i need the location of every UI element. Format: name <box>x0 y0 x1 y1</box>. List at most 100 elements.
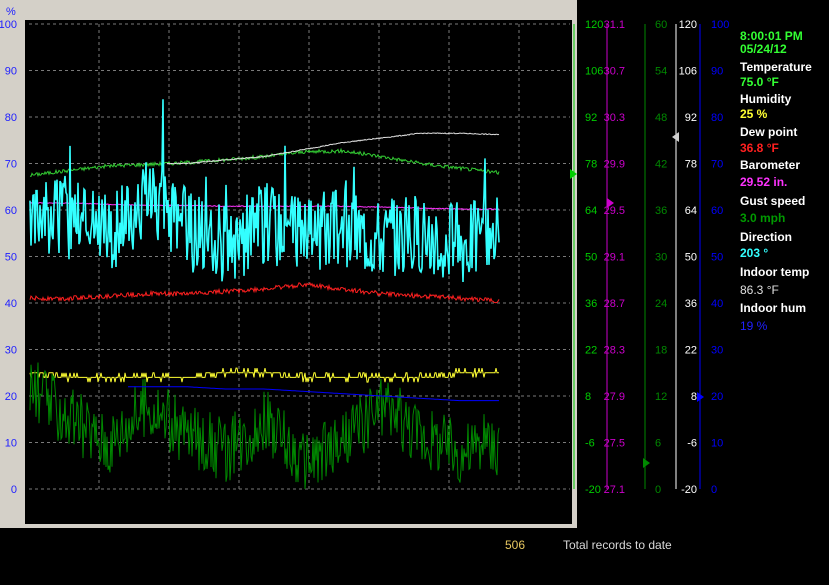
right-axis-tick-label: 10 <box>711 438 723 450</box>
right-axis-tick-label: 22 <box>685 345 697 357</box>
right-axis-tick-label: 29.9 <box>604 159 625 171</box>
reading-value-temperature: 75.0 °F <box>740 75 779 89</box>
right-axis-tick-label: 64 <box>685 205 697 217</box>
reading-label-direction: Direction <box>740 230 793 244</box>
left-axis-unit: % <box>6 6 16 18</box>
right-axis-tick-label: 50 <box>711 252 723 264</box>
right-axis-tick-label: 106 <box>679 66 697 78</box>
left-axis-tick-label: 80 <box>5 112 17 124</box>
right-axis-tick-label: 78 <box>685 159 697 171</box>
right-axis-tick-label: -6 <box>585 438 595 450</box>
left-axis-tick-label: 20 <box>5 391 17 403</box>
series-line <box>29 99 500 283</box>
series-line <box>29 147 500 178</box>
right-axis-tick-label: 120 <box>585 19 603 31</box>
right-axis-tick-label: 6 <box>655 438 661 450</box>
right-axis-tick-label: -20 <box>681 484 697 496</box>
right-axis-tick-label: 24 <box>655 298 667 310</box>
current-value-marker <box>643 458 650 468</box>
right-axis-tick-label: 30 <box>711 345 723 357</box>
series-line <box>29 282 500 304</box>
weather-chart: %01020304050607080901001:08:14 PM05/24/1… <box>0 6 729 521</box>
right-axis-tick-label: 18 <box>655 345 667 357</box>
right-axis-tick-label: 100 <box>711 19 729 31</box>
reading-label-temperature: Temperature <box>740 60 812 74</box>
right-axis-tick-label: 50 <box>585 252 597 264</box>
reading-value-indoor-hum: 19 % <box>740 319 768 333</box>
right-axis-tick-label: 120 <box>679 19 697 31</box>
left-axis-tick-label: 30 <box>5 345 17 357</box>
x-axis-tick-date: 05/24/12 <box>218 509 261 521</box>
right-axis-tick-label: 70 <box>711 159 723 171</box>
left-axis-tick-label: 40 <box>5 298 17 310</box>
right-axis-tick-label: 64 <box>585 205 597 217</box>
right-axis-tick-label: 8 <box>585 391 591 403</box>
right-axis-tick-label: 27.9 <box>604 391 625 403</box>
right-axis-tick-label: 78 <box>585 159 597 171</box>
left-axis-tick-label: 70 <box>5 159 17 171</box>
right-axis-tick-label: 90 <box>711 66 723 78</box>
x-axis-tick-time: 4:43:54 PM <box>281 496 337 508</box>
x-axis-tick-date: 05/24/12 <box>78 509 121 521</box>
right-axis-tick-label: 22 <box>585 345 597 357</box>
x-axis-tick-date: 05/24/12 <box>288 509 331 521</box>
right-axis-tick-label: 60 <box>655 19 667 31</box>
reading-label-barometer: Barometer <box>740 158 801 172</box>
right-axis-tick-label: 30 <box>655 252 667 264</box>
right-axis-tick-label: 54 <box>655 66 667 78</box>
right-axis-tick-label: -6 <box>687 438 697 450</box>
record-count-label: Total records to date <box>563 538 672 552</box>
right-axis-tick-label: 36 <box>585 298 597 310</box>
right-axis-tick-label: 30.7 <box>604 66 625 78</box>
right-axis-tick-label: 20 <box>711 391 723 403</box>
left-axis-tick-label: 0 <box>11 484 17 496</box>
right-axis-tick-label: 92 <box>685 112 697 124</box>
reading-value-humidity: 25 % <box>740 107 768 121</box>
series-line <box>29 367 499 383</box>
x-axis-tick-time: 5:55:48 PM <box>351 496 407 508</box>
right-axis-tick-label: 36 <box>685 298 697 310</box>
right-axis-tick-label: 8 <box>691 391 697 403</box>
right-axis-tick-label: 27.1 <box>604 484 625 496</box>
reading-label-indoor-hum: Indoor hum <box>740 301 806 315</box>
x-axis-tick-time: 3:32:01 PM <box>211 496 267 508</box>
right-axis-tick-label: 106 <box>585 66 603 78</box>
reading-value-direction: 203 ° <box>740 246 769 260</box>
left-axis-tick-label: 50 <box>5 252 17 264</box>
x-axis-tick-date: 05/24/12 <box>428 509 471 521</box>
reading-label-dew-point: Dew point <box>740 125 798 139</box>
x-axis-tick-time: 2:20:05 PM <box>141 496 197 508</box>
reading-label-indoor-temp: Indoor temp <box>740 265 810 279</box>
series-line <box>29 362 500 490</box>
right-axis-tick-label: 27.5 <box>604 438 625 450</box>
right-axis-tick-label: 0 <box>655 484 661 496</box>
right-axis-tick-label: 42 <box>655 159 667 171</box>
x-axis-tick-time: 7:07:48 PM <box>421 496 477 508</box>
right-axis-tick-label: 29.1 <box>604 252 625 264</box>
record-count: 506 <box>505 538 526 552</box>
right-axis-tick-label: 0 <box>711 484 717 496</box>
reading-value-indoor-temp: 86.3 °F <box>740 283 779 297</box>
right-axis-tick-label: -20 <box>585 484 601 496</box>
left-axis-tick-label: 100 <box>0 19 17 31</box>
x-axis-tick-date: 05/24/12 <box>358 509 401 521</box>
left-axis-tick-label: 60 <box>5 205 17 217</box>
series-line <box>166 132 500 165</box>
right-axis-tick-label: 92 <box>585 112 597 124</box>
reading-value-dew-point: 36.8 °F <box>740 141 779 155</box>
series-line <box>128 386 499 402</box>
right-axis-tick-label: 30.3 <box>604 112 625 124</box>
reading-label-humidity: Humidity <box>740 92 792 106</box>
x-axis-tick-date: 05/24/12 <box>148 509 191 521</box>
reading-label-gust-speed: Gust speed <box>740 194 806 208</box>
right-axis-tick-label: 31.1 <box>604 19 625 31</box>
right-axis-tick-label: 60 <box>711 205 723 217</box>
right-axis-tick-label: 28.3 <box>604 345 625 357</box>
right-axis-tick-label: 50 <box>685 252 697 264</box>
current-time: 8:00:01 PM <box>740 29 803 43</box>
right-axis-tick-label: 29.5 <box>604 205 625 217</box>
left-axis-tick-label: 90 <box>5 66 17 78</box>
reading-value-gust-speed: 3.0 mph <box>740 211 786 225</box>
right-axis-tick-label: 48 <box>655 112 667 124</box>
right-axis-tick-label: 12 <box>655 391 667 403</box>
